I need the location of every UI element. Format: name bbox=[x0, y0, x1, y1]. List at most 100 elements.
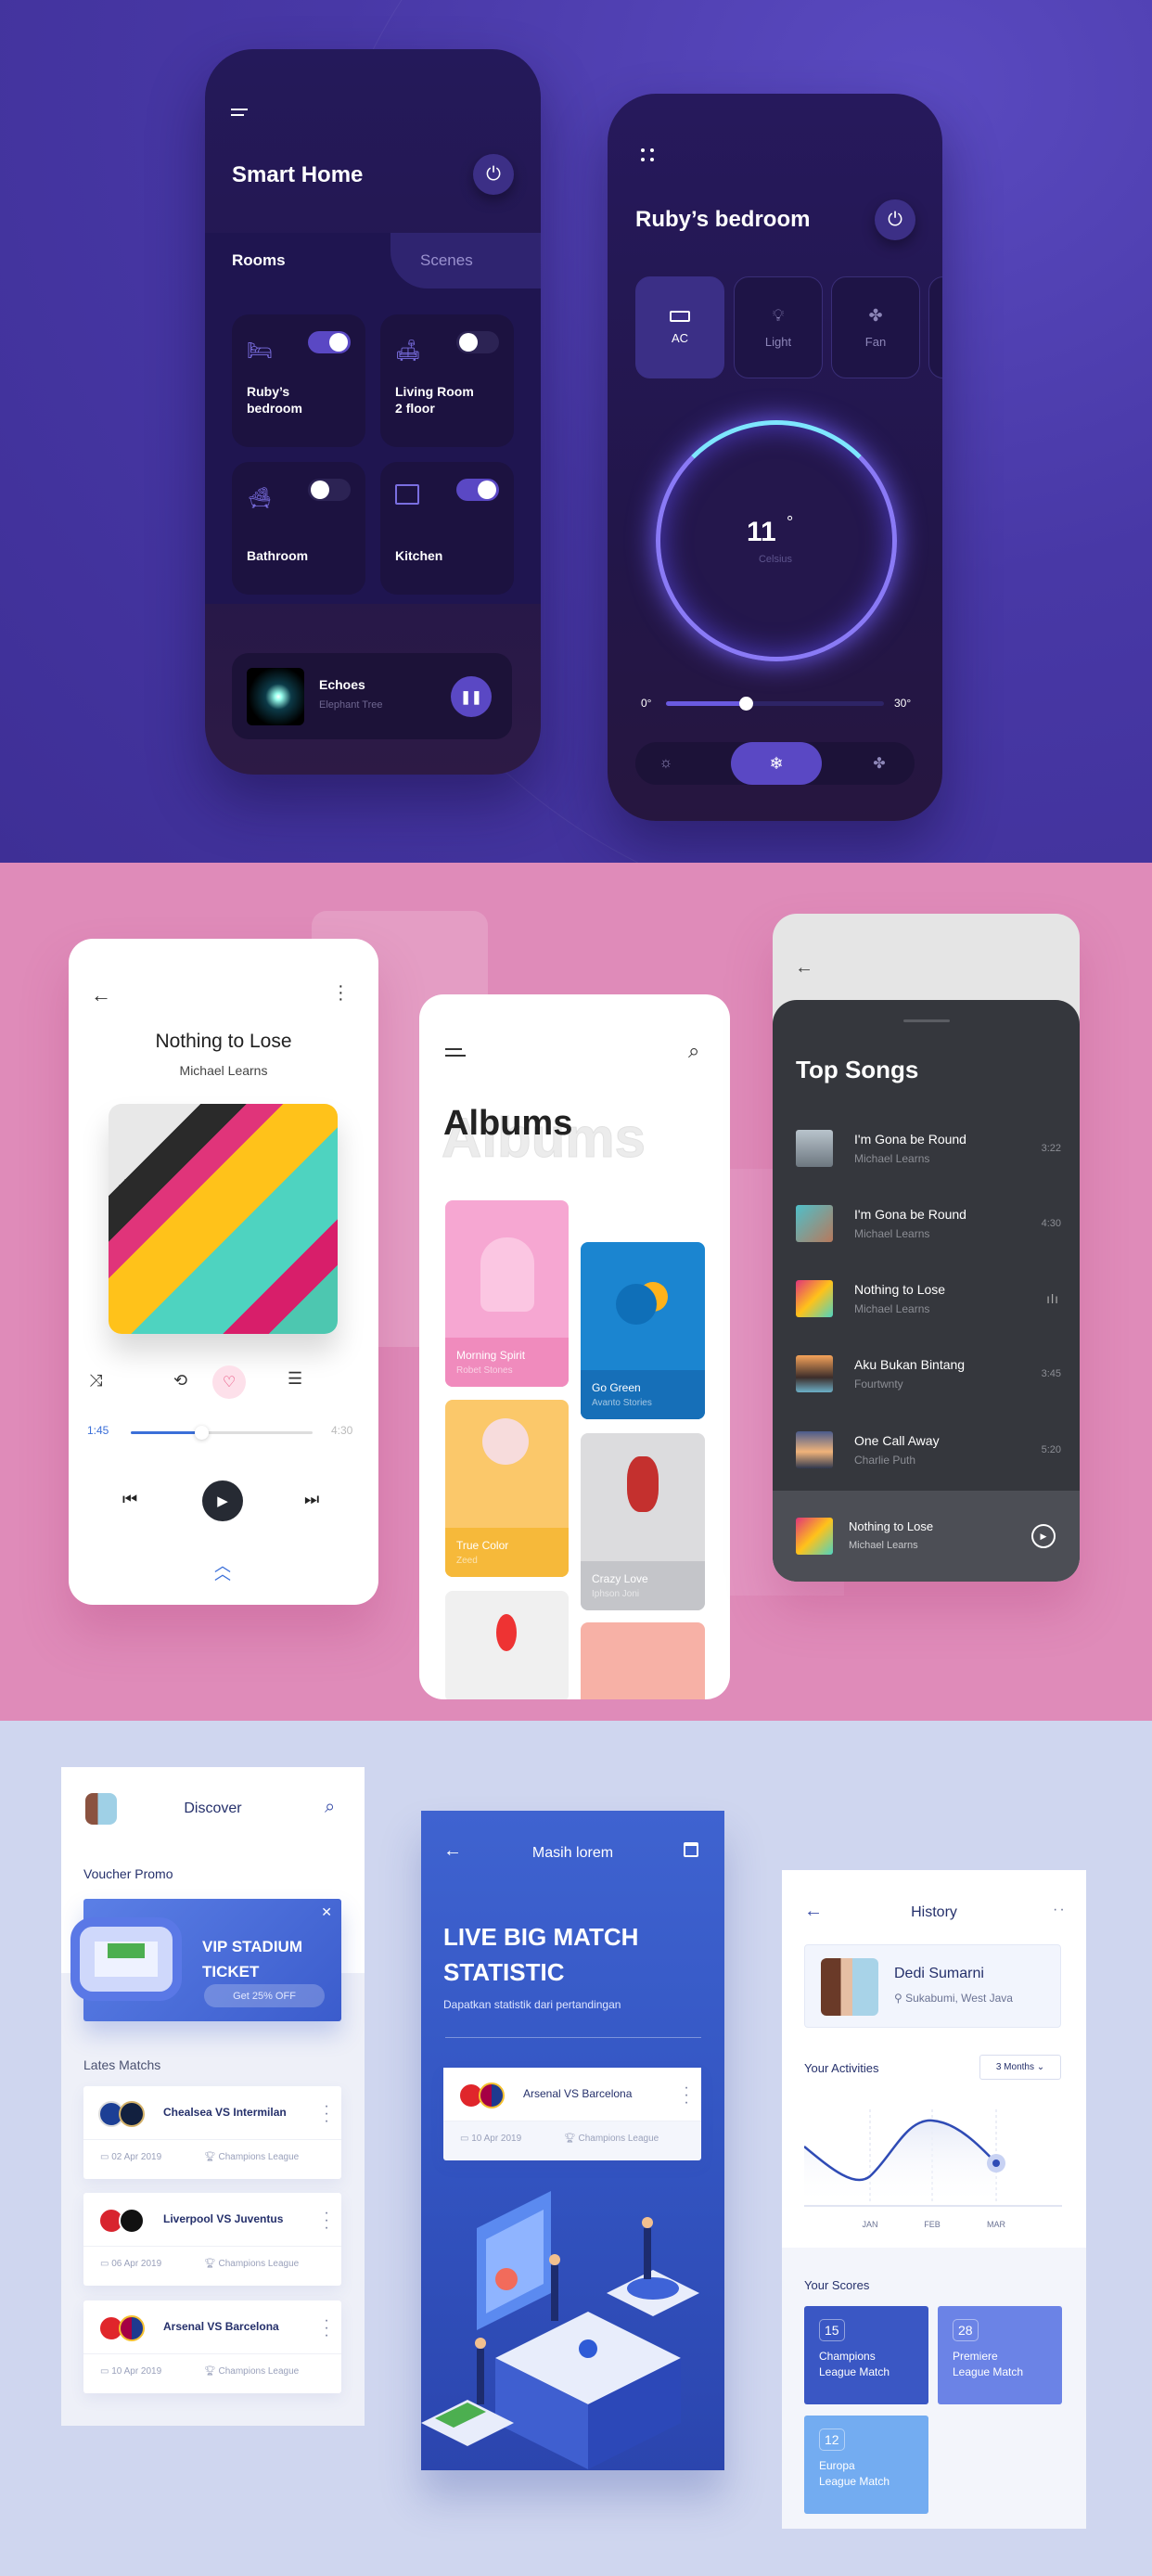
close-icon[interactable]: ✕ bbox=[321, 1904, 332, 1920]
voucher-cta-button[interactable]: Get 25% OFF bbox=[204, 1984, 325, 2007]
room-toggle[interactable] bbox=[456, 331, 499, 353]
power-button[interactable]: ⏻ bbox=[875, 199, 915, 240]
progress-thumb[interactable] bbox=[195, 1426, 210, 1440]
room-card-rubys-bedroom[interactable]: 🛏︎ Ruby’s bedroom bbox=[232, 314, 365, 447]
more-vertical-icon[interactable]: · · · bbox=[323, 2206, 330, 2236]
previous-icon[interactable]: ⏮ bbox=[122, 1490, 137, 1509]
mode-selector: ☼ ❄ ✤ bbox=[635, 742, 915, 785]
device-tile-fan[interactable]: ✤ Fan bbox=[831, 276, 920, 378]
grid-dots-icon[interactable] bbox=[641, 148, 654, 161]
song-row[interactable]: Aku Bukan Bintang Fourtwnty 3:45 bbox=[796, 1355, 1061, 1396]
back-arrow-icon[interactable]: ← bbox=[91, 983, 111, 1007]
more-vertical-icon[interactable]: · · · bbox=[683, 2081, 690, 2110]
device-tile-ac[interactable]: AC bbox=[635, 276, 724, 378]
device-tile-more[interactable] bbox=[928, 276, 942, 378]
trophy-icon: 🏆︎ bbox=[204, 2366, 219, 2377]
match-name: Chealsea VS Intermilan bbox=[163, 2106, 287, 2119]
score-line2: League Match bbox=[953, 2365, 1024, 2378]
mini-player[interactable]: Nothing to Lose Michael Learns ▶ bbox=[773, 1491, 1080, 1582]
room-card-bathroom[interactable]: 🛁︎ Bathroom bbox=[232, 462, 365, 595]
shuffle-icon[interactable]: ⤨ bbox=[89, 1371, 102, 1391]
progress-bar[interactable] bbox=[131, 1426, 313, 1440]
search-icon[interactable]: ⌕ bbox=[688, 1039, 699, 1063]
song-row[interactable]: I'm Gona be Round Michael Learns 3:22 bbox=[796, 1130, 1061, 1171]
album-tile-morning-spirit[interactable]: Morning Spirit Robet Stones bbox=[445, 1200, 569, 1387]
sofa-icon: 🛋︎ bbox=[395, 339, 421, 362]
voucher-line2: TICKET bbox=[202, 1963, 260, 1980]
back-arrow-icon[interactable]: ← bbox=[795, 957, 813, 979]
range-value: 3 Months bbox=[995, 2062, 1034, 2072]
room-toggle[interactable] bbox=[308, 331, 351, 353]
song-row[interactable]: I'm Gona be Round Michael Learns 4:30 bbox=[796, 1205, 1061, 1246]
discover-screen: Discover ⌕ Voucher Promo ✕ VIP STADIUM TI… bbox=[61, 1767, 365, 2426]
more-vertical-icon[interactable]: · · · bbox=[323, 2313, 330, 2343]
location-pin-icon: ⚲ bbox=[894, 1992, 906, 2005]
profile-card[interactable]: Dedi Sumarni ⚲ Sukabumi, West Java bbox=[804, 1944, 1061, 2028]
smart-home-section: Smart Home ⏻ Rooms Scenes 🛏︎ Ruby’s bedr… bbox=[0, 0, 1152, 863]
device-label: Light bbox=[764, 335, 792, 349]
section-title: Top Songs bbox=[796, 1056, 919, 1083]
match-card[interactable]: Arsenal VS Barcelona · · · ▭ 10 Apr 2019 🏆︎… bbox=[443, 2068, 701, 2160]
room-toggle[interactable] bbox=[456, 479, 499, 501]
hero-title-line2: STATISTIC bbox=[443, 1958, 565, 1986]
albums-screen: ⌕ Albums Albums Morning Spirit Robet Ston… bbox=[419, 994, 730, 1699]
power-button[interactable]: ⏻ bbox=[473, 154, 514, 195]
search-icon[interactable]: ⌕ bbox=[325, 1797, 335, 1818]
more-vertical-icon[interactable]: · · · bbox=[323, 2099, 330, 2129]
menu-icon[interactable] bbox=[445, 1048, 466, 1057]
voucher-card[interactable]: ✕ VIP STADIUM TICKET Get 25% OFF bbox=[70, 1899, 341, 2021]
divider bbox=[445, 2037, 701, 2038]
team-logo bbox=[119, 2315, 145, 2341]
album-tile-crazy-love[interactable]: Crazy Love Iphson Joni bbox=[581, 1433, 705, 1610]
album-image bbox=[496, 1614, 517, 1651]
now-playing-bar[interactable]: Echoes Elephant Tree ❚❚ bbox=[232, 653, 512, 739]
album-tile-go-green[interactable]: Go Green Avanto Stories bbox=[581, 1242, 705, 1419]
more-vertical-icon[interactable]: · · · bbox=[338, 977, 344, 1008]
temperature-dial[interactable] bbox=[656, 420, 897, 661]
degree-symbol: ° bbox=[787, 513, 794, 532]
song-row[interactable]: One Call Away Charlie Puth 5:20 bbox=[796, 1431, 1061, 1472]
song-duration: 3:22 bbox=[1041, 1143, 1061, 1154]
album-tile[interactable] bbox=[445, 1591, 569, 1699]
album-tile-true-color[interactable]: True Color Zeed bbox=[445, 1400, 569, 1577]
calendar-icon: ▭ bbox=[100, 2152, 112, 2162]
song-row[interactable]: Nothing to Lose Michael Learns ılı bbox=[796, 1280, 1061, 1321]
score-tile-champions[interactable]: 15 Champions League Match bbox=[804, 2306, 928, 2404]
drag-handle[interactable] bbox=[903, 1019, 950, 1022]
play-icon[interactable]: ▶ bbox=[1031, 1524, 1056, 1548]
repeat-icon[interactable]: ⟲ bbox=[173, 1371, 187, 1391]
album-tile[interactable] bbox=[581, 1622, 705, 1699]
menu-icon[interactable] bbox=[231, 109, 248, 116]
song-title: One Call Away bbox=[854, 1433, 940, 1448]
heart-icon[interactable]: ♡ bbox=[212, 1365, 246, 1399]
match-card[interactable]: Chealsea VS Intermilan · · · ▭ 02 Apr 2019 … bbox=[83, 2086, 341, 2179]
more-icon[interactable]: ·· bbox=[1053, 1902, 1067, 1918]
playlist-icon[interactable]: ☰ bbox=[288, 1369, 302, 1389]
score-tile-premiere[interactable]: 28 Premiere League Match bbox=[938, 2306, 1062, 2404]
tab-rooms[interactable]: Rooms bbox=[232, 251, 286, 270]
fan-mode-icon[interactable]: ✤ bbox=[869, 753, 890, 774]
song-duration: 3:45 bbox=[1041, 1368, 1061, 1379]
room-toggle[interactable] bbox=[308, 479, 351, 501]
pause-button[interactable]: ❚❚ bbox=[451, 676, 492, 717]
score-tile-europa[interactable]: 12 Europa League Match bbox=[804, 2416, 928, 2514]
room-card-living-room[interactable]: 🛋︎ Living Room 2 floor bbox=[380, 314, 514, 447]
chevron-up-double-icon[interactable]: ︿ ︿ bbox=[214, 1557, 231, 1583]
match-league: 🏆︎ Champions League bbox=[204, 2366, 299, 2377]
tab-scenes[interactable]: Scenes bbox=[420, 251, 473, 270]
play-button[interactable]: ▶ bbox=[202, 1480, 243, 1521]
sun-icon[interactable]: ☼ bbox=[656, 753, 676, 774]
activity-area bbox=[804, 2120, 996, 2206]
device-tile-light[interactable]: 💡︎ Light bbox=[734, 276, 823, 378]
range-dropdown[interactable]: 3 Months ⌄ bbox=[979, 2055, 1061, 2080]
match-card[interactable]: Liverpool VS Juventus · · · ▭ 06 Apr 2019 🏆… bbox=[83, 2193, 341, 2286]
temperature-slider[interactable] bbox=[666, 697, 884, 711]
match-card[interactable]: Arsenal VS Barcelona · · · ▭ 10 Apr 2019 🏆︎… bbox=[83, 2300, 341, 2393]
room-card-kitchen[interactable]: Kitchen bbox=[380, 462, 514, 595]
calendar-icon[interactable] bbox=[684, 1842, 698, 1857]
next-icon[interactable]: ⏭ bbox=[304, 1490, 319, 1509]
header-title: Masih lorem bbox=[531, 1845, 614, 1861]
song-artist: Michael Learns bbox=[854, 1302, 930, 1315]
slider-thumb[interactable] bbox=[739, 697, 754, 711]
snowflake-icon[interactable]: ❄ bbox=[731, 742, 822, 785]
